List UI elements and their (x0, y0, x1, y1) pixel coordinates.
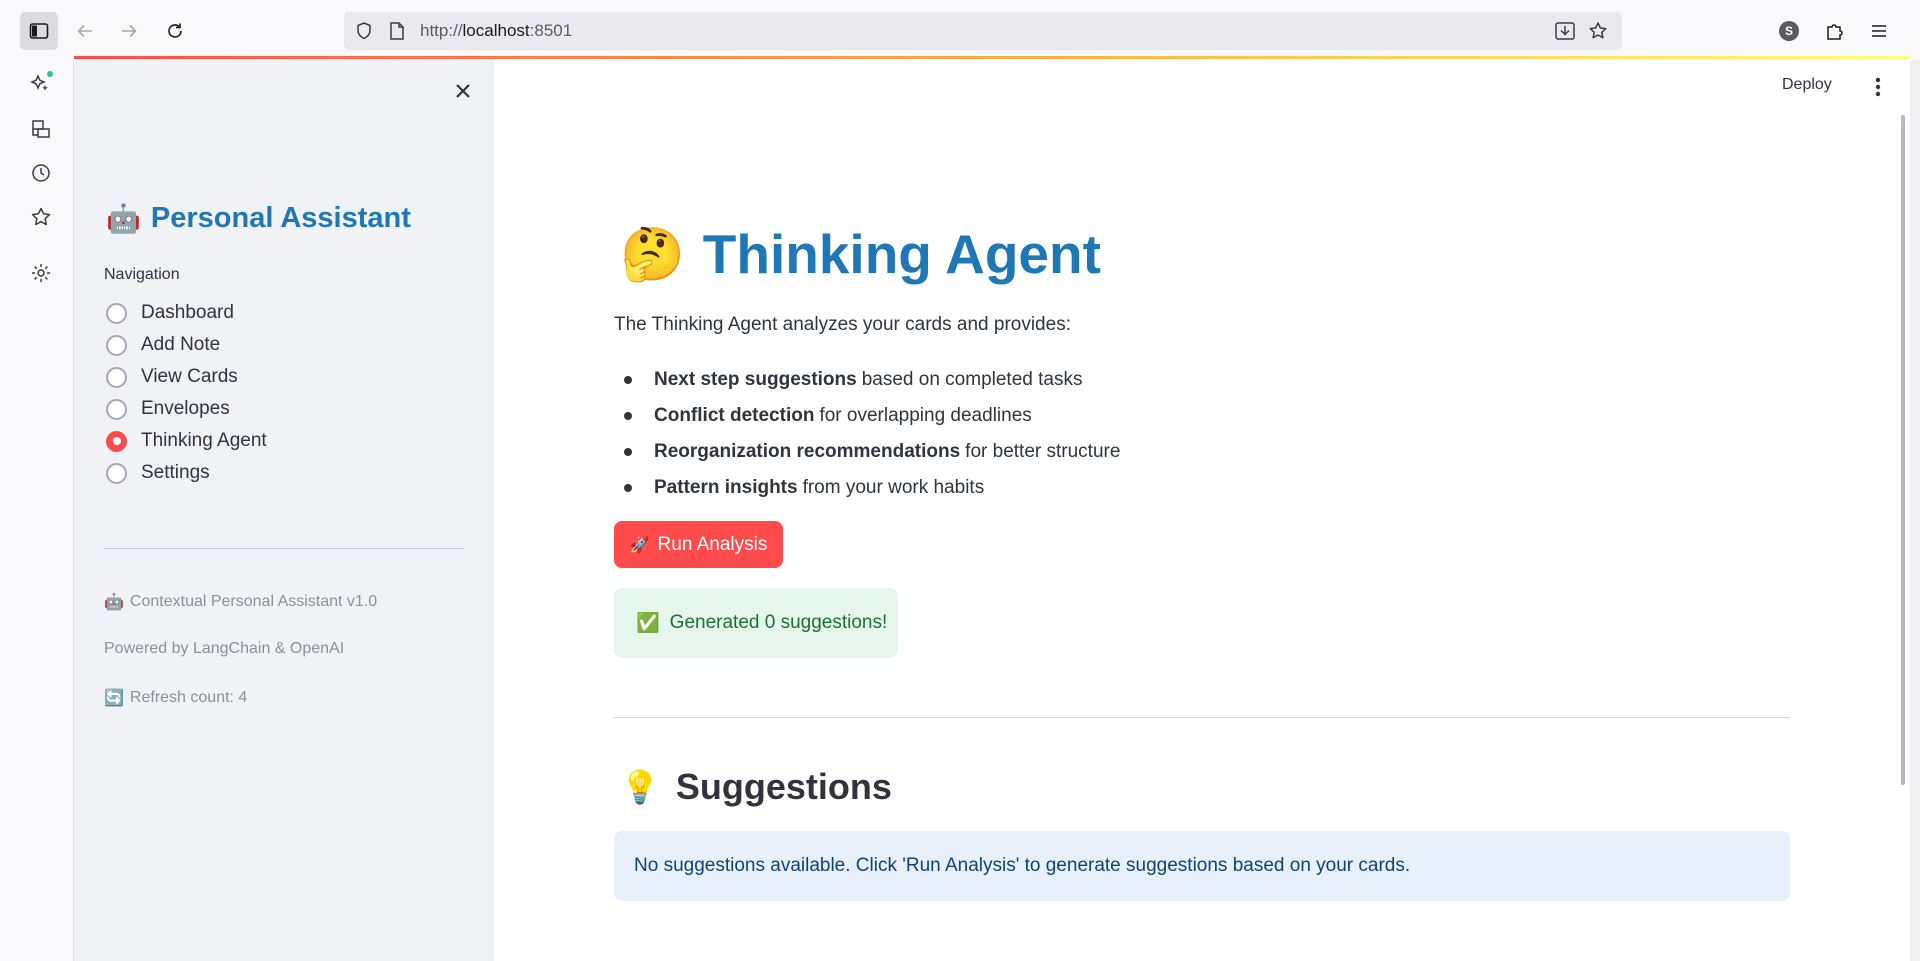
version-text: Contextual Personal Assistant v1.0 (129, 593, 378, 610)
list-item-text: based on completed tasks (861, 369, 1083, 390)
radio-button-selected[interactable] (106, 430, 127, 452)
nav-item-label: Dashboard (141, 302, 234, 323)
bullet-dot (624, 484, 632, 492)
list-item: Pattern insights from your work habits (614, 470, 1120, 506)
hamburger-icon (1872, 25, 1886, 37)
browser-toolbar: http://localhost:8501 S (0, 0, 1920, 60)
robot-icon: 🤖 (106, 203, 141, 234)
run-analysis-label: Run Analysis (657, 533, 768, 555)
scrollbar[interactable] (1901, 115, 1905, 785)
nav-item-thinking-agent[interactable]: Thinking Agent (106, 430, 267, 452)
nav-item-label: View Cards (141, 366, 238, 387)
sidebar-divider (104, 548, 464, 549)
nav-item-envelopes[interactable]: Envelopes (106, 398, 230, 420)
run-analysis-button[interactable]: 🚀 Run Analysis (614, 521, 783, 568)
radio-button[interactable] (106, 462, 127, 484)
nav-label: Navigation (104, 266, 180, 283)
reload-icon (168, 23, 182, 38)
arrow-right-icon (122, 24, 137, 38)
list-item-text: for better structure (965, 441, 1121, 462)
radio-button[interactable] (106, 398, 127, 420)
suggestions-heading: 💡 Suggestions (620, 766, 892, 808)
version-info: 🤖 Contextual Personal Assistant v1.0 (104, 592, 377, 612)
list-item-bold: Reorganization recommendations (654, 441, 961, 462)
list-item-text: for overlapping deadlines (819, 405, 1032, 426)
ai-sparkle-icon[interactable] (28, 70, 54, 96)
bullet-dot (624, 448, 632, 456)
list-item-text: from your work habits (802, 477, 985, 498)
history-clock-icon[interactable] (28, 160, 54, 186)
profile-button[interactable]: S (1770, 12, 1808, 50)
browser-sidebar-strip (0, 60, 74, 961)
page-title: 🤔 Thinking Agent (620, 222, 1101, 286)
bookmark-star-icon[interactable] (1588, 21, 1608, 46)
url-host: localhost (462, 21, 530, 40)
sidebar-icon (29, 23, 49, 39)
back-button[interactable] (66, 12, 104, 50)
nav-item-label: Add Note (141, 334, 221, 355)
more-vertical-icon (1875, 77, 1881, 97)
refresh-icon: 🔄 (104, 690, 124, 707)
settings-gear-icon[interactable] (28, 260, 54, 286)
app-sidebar (74, 59, 494, 961)
nav-item-settings[interactable]: Settings (106, 462, 210, 484)
url-scheme: http:// (420, 21, 463, 40)
url-port: :8501 (529, 21, 573, 40)
nav-item-dashboard[interactable]: Dashboard (106, 302, 234, 324)
radio-button[interactable] (106, 366, 127, 388)
bookmarks-star-icon[interactable] (28, 204, 54, 230)
feature-list: Next step suggestions based on completed… (614, 362, 1120, 506)
deploy-button[interactable]: Deploy (1782, 76, 1832, 94)
sidebar-toggle-button[interactable] (20, 12, 58, 50)
forward-button[interactable] (110, 12, 148, 50)
success-text: Generated 0 suggestions! (669, 612, 888, 633)
url-text[interactable]: http://localhost:8501 (420, 12, 572, 50)
powered-by: Powered by LangChain & OpenAI (104, 640, 345, 657)
suggestions-heading-text: Suggestions (675, 766, 892, 807)
arrow-left-icon (77, 24, 92, 38)
app-menu-button[interactable] (1860, 12, 1898, 50)
rocket-icon: 🚀 (629, 536, 650, 554)
extensions-button[interactable] (1815, 12, 1853, 50)
sidebar-title-text: Personal Assistant (150, 202, 411, 234)
nav-item-add-note[interactable]: Add Note (106, 334, 220, 356)
nav-item-label: Settings (141, 462, 210, 483)
reload-button[interactable] (156, 12, 194, 50)
nav-item-label: Thinking Agent (141, 430, 267, 451)
refresh-count-text: Refresh count: 4 (129, 689, 248, 706)
info-alert: No suggestions available. Click 'Run Ana… (614, 831, 1790, 901)
list-item: Reorganization recommendations for bette… (614, 434, 1120, 470)
main-menu-button[interactable] (1872, 76, 1884, 98)
lightbulb-icon: 💡 (620, 769, 660, 805)
success-alert: ✅ Generated 0 suggestions! (614, 588, 898, 658)
list-item-bold: Pattern insights (654, 477, 798, 498)
page-title-text: Thinking Agent (702, 223, 1101, 285)
download-icon[interactable] (1554, 21, 1576, 46)
avatar: S (1779, 21, 1799, 41)
url-bar[interactable]: http://localhost:8501 (344, 12, 1622, 50)
robot-icon: 🤖 (104, 594, 124, 611)
radio-button[interactable] (106, 302, 127, 324)
intro-text: The Thinking Agent analyzes your cards a… (614, 314, 1071, 335)
list-item: Conflict detection for overlapping deadl… (614, 398, 1120, 434)
list-item-bold: Conflict detection (654, 405, 815, 426)
main-divider (614, 717, 1790, 718)
list-item-bold: Next step suggestions (654, 369, 857, 390)
shield-icon[interactable] (354, 21, 374, 46)
bullet-dot (624, 412, 632, 420)
bullet-dot (624, 376, 632, 384)
sidebar-title: 🤖 Personal Assistant (106, 202, 411, 235)
refresh-count: 🔄 Refresh count: 4 (104, 688, 247, 708)
close-sidebar-button[interactable] (448, 76, 478, 106)
close-icon (456, 84, 470, 98)
list-item: Next step suggestions based on completed… (614, 362, 1120, 398)
check-icon: ✅ (636, 613, 660, 634)
radio-button[interactable] (106, 334, 127, 356)
nav-item-label: Envelopes (141, 398, 230, 419)
synced-tabs-icon[interactable] (28, 116, 54, 142)
puzzle-icon (1827, 24, 1843, 40)
thinking-face-icon: 🤔 (620, 225, 685, 284)
nav-item-view-cards[interactable]: View Cards (106, 366, 238, 388)
page-info-icon[interactable] (388, 21, 406, 46)
